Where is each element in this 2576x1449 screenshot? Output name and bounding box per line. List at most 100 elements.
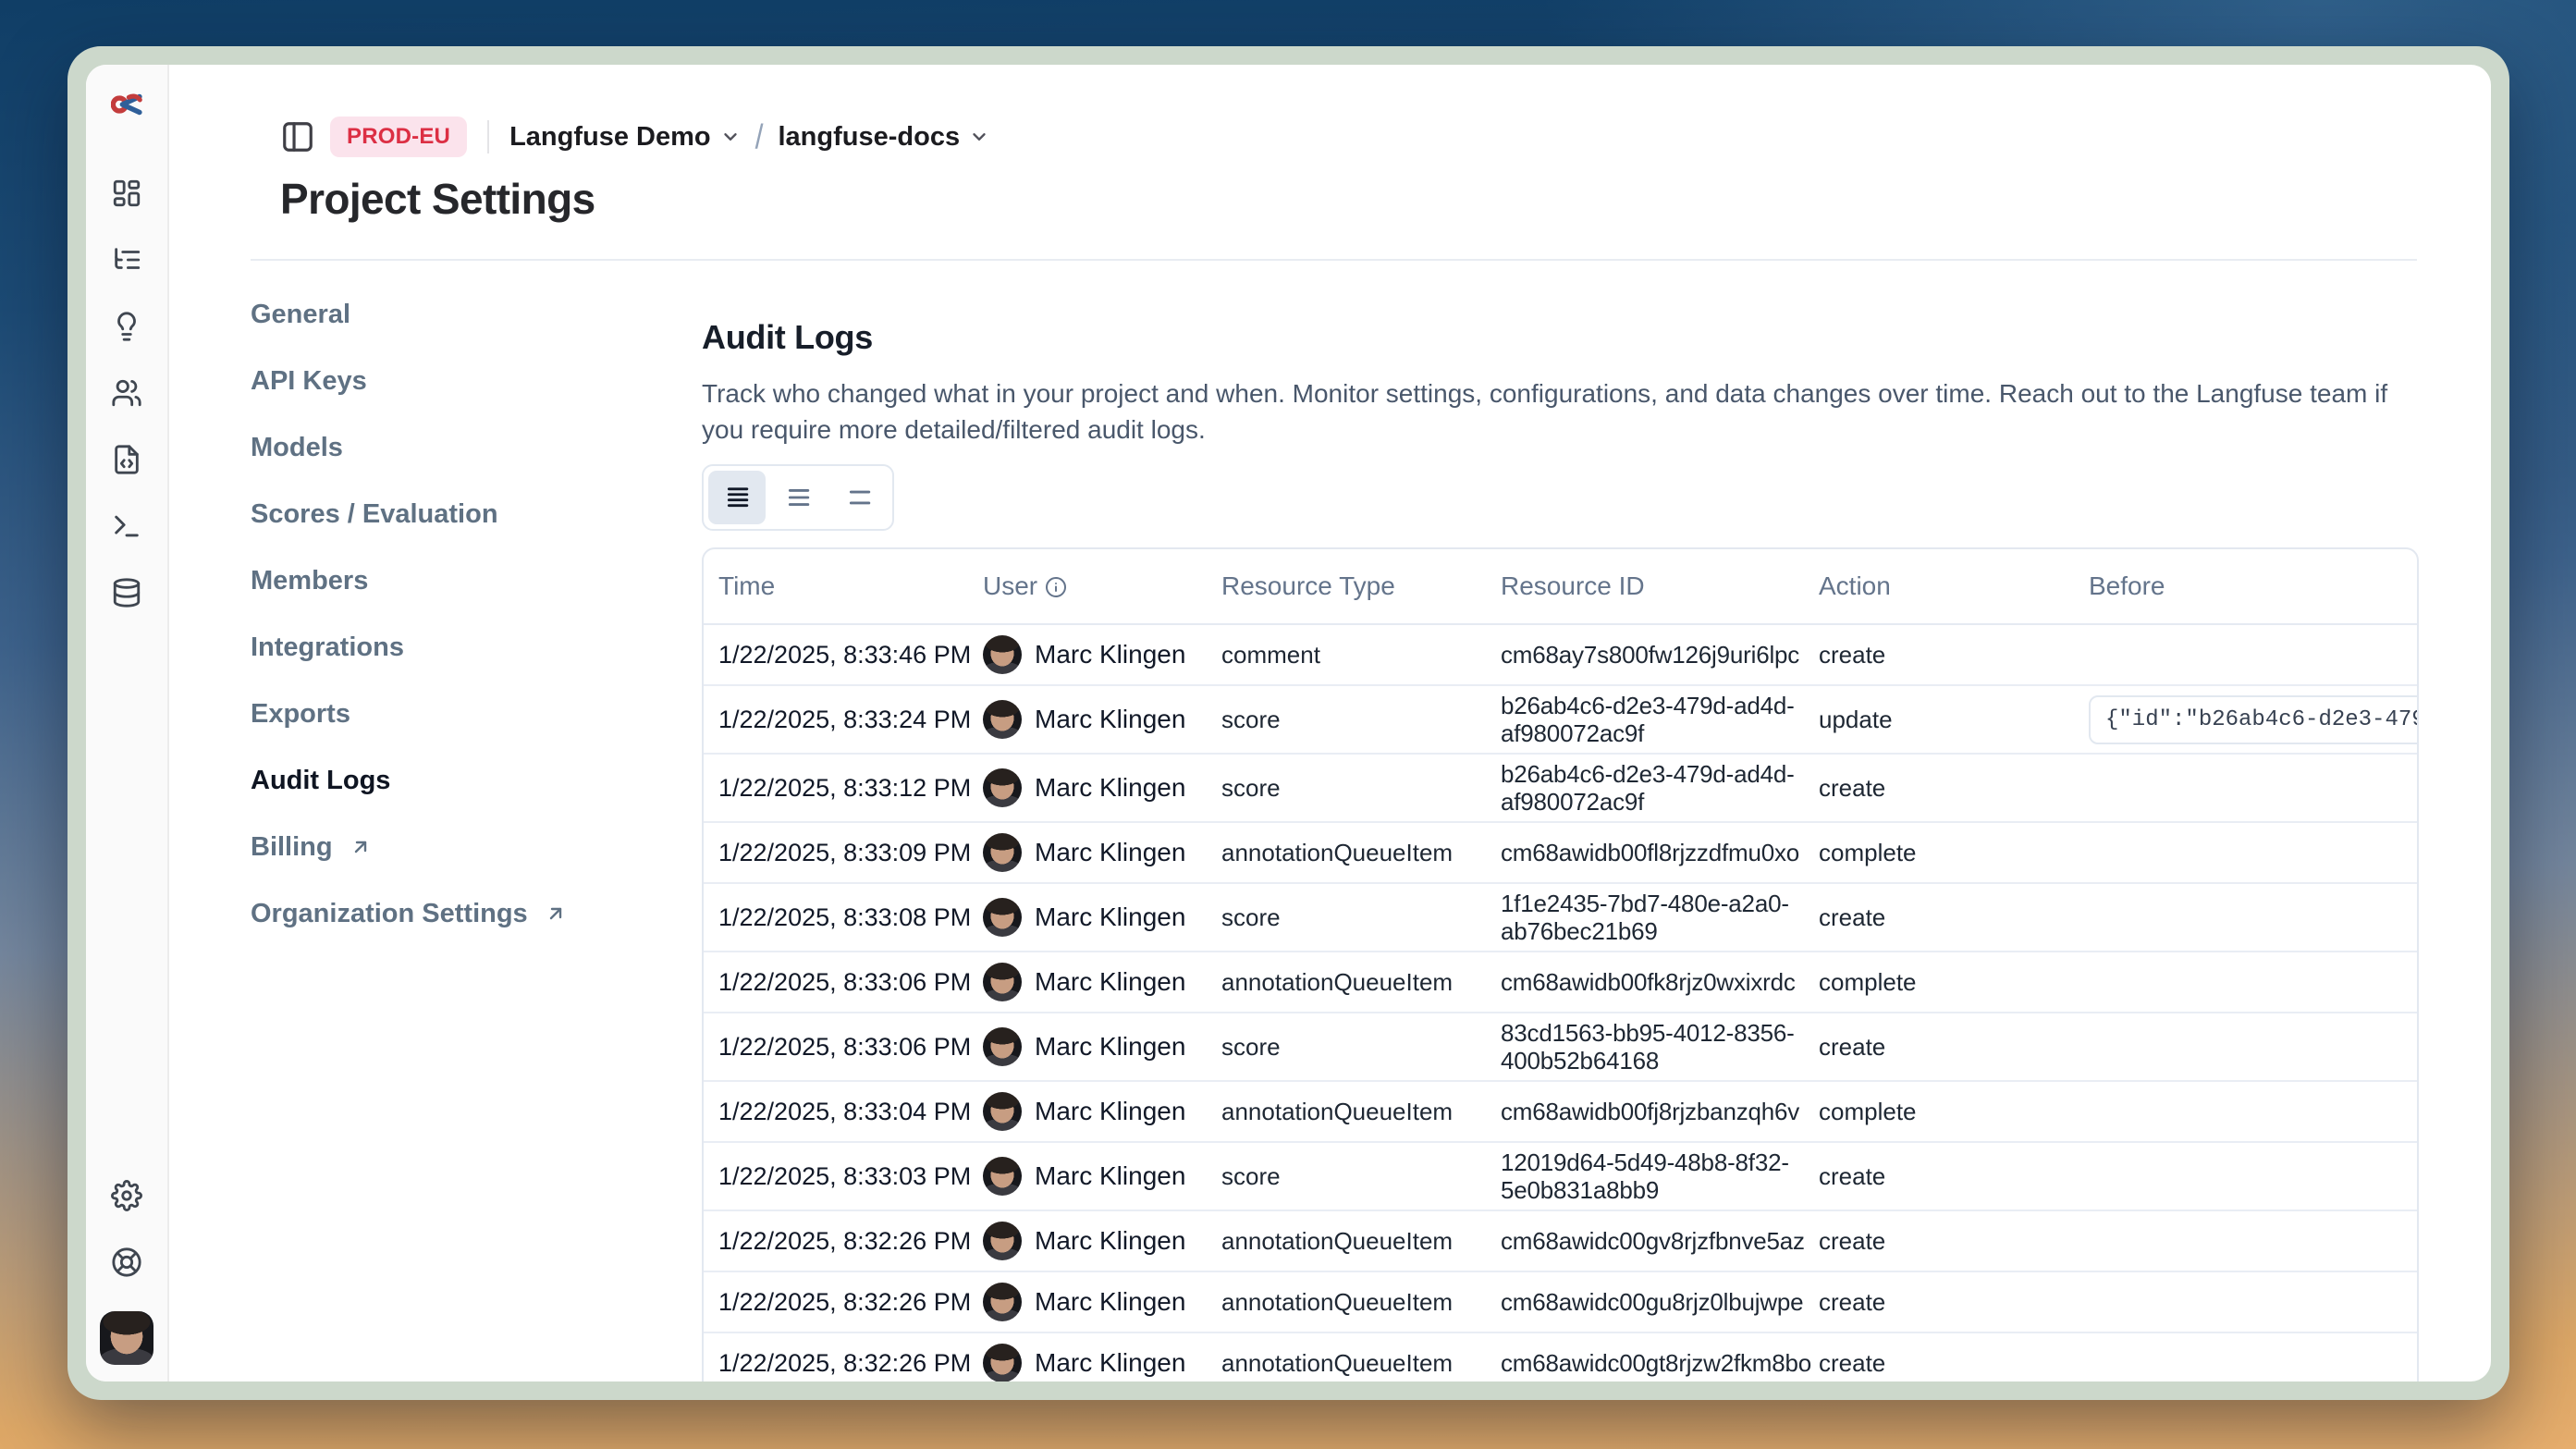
org-switcher[interactable]: Langfuse Demo — [509, 122, 741, 153]
column-header-resource-type: Resource Type — [1207, 549, 1486, 624]
cell-resource-id: 83cd1563-bb95-4012-8356-400b52b64168 — [1486, 1013, 1804, 1081]
user-avatar — [983, 1027, 1022, 1066]
table-row: 1/22/2025, 8:33:06 PMMarc Klingenannotat… — [704, 952, 2417, 1013]
langfuse-app: PROD-EU Langfuse Demo / langfuse-docs Pr… — [86, 65, 2491, 1381]
cell-time: 1/22/2025, 8:32:26 PM — [704, 1210, 968, 1271]
user-avatar — [983, 963, 1022, 1001]
rail-bottom — [111, 1180, 142, 1278]
column-header-time: Time — [704, 549, 968, 624]
cell-user: Marc Klingen — [968, 1332, 1207, 1381]
user-avatar[interactable] — [100, 1311, 153, 1365]
cell-resource-type: score — [1207, 1013, 1486, 1081]
settings-gear-icon[interactable] — [111, 1180, 142, 1211]
settings-nav-item-general[interactable]: General — [251, 281, 702, 348]
nav-item-label: Organization Settings — [251, 899, 528, 929]
cell-resource-id: cm68awidc00gt8rjzw2fkm8bo — [1486, 1332, 1804, 1381]
cell-resource-id: cm68ay7s800fw126j9uri6lpc — [1486, 624, 1804, 685]
row-height-medium-button[interactable] — [769, 471, 827, 524]
cell-before: {"id":"b26ab4c6-d2e3-479d-a — [2074, 685, 2417, 754]
settings-nav-item-models[interactable]: Models — [251, 414, 702, 481]
project-switcher[interactable]: langfuse-docs — [779, 122, 990, 153]
table-row: 1/22/2025, 8:33:08 PMMarc Klingenscore1f… — [704, 883, 2417, 952]
environment-badge: PROD-EU — [330, 117, 467, 157]
cell-resource-id: cm68awidb00fj8rjzbanzqh6v — [1486, 1081, 1804, 1142]
nav-item-label: Scores / Evaluation — [251, 499, 498, 530]
org-name: Langfuse Demo — [509, 122, 711, 153]
nav-item-label: General — [251, 300, 350, 330]
cell-time: 1/22/2025, 8:33:03 PM — [704, 1142, 968, 1210]
settings-nav-item-api-keys[interactable]: API Keys — [251, 348, 702, 414]
app-window: PROD-EU Langfuse Demo / langfuse-docs Pr… — [67, 46, 2509, 1400]
cell-action: complete — [1804, 822, 2074, 883]
settings-nav-item-integrations[interactable]: Integrations — [251, 614, 702, 681]
cell-time: 1/22/2025, 8:33:46 PM — [704, 624, 968, 685]
user-avatar — [983, 700, 1022, 739]
settings-nav-item-scores-evaluation[interactable]: Scores / Evaluation — [251, 481, 702, 547]
cell-resource-id: cm68awidb00fk8rjz0wxixrdc — [1486, 952, 1804, 1013]
breadcrumb: PROD-EU Langfuse Demo / langfuse-docs — [280, 115, 2491, 159]
cell-time: 1/22/2025, 8:33:09 PM — [704, 822, 968, 883]
terminal-icon[interactable] — [111, 510, 142, 542]
cell-before — [2074, 1271, 2417, 1332]
cell-time: 1/22/2025, 8:33:06 PM — [704, 1013, 968, 1081]
user-name: Marc Klingen — [1035, 1226, 1185, 1256]
user-name: Marc Klingen — [1035, 640, 1185, 669]
nav-item-label: Exports — [251, 699, 350, 730]
info-icon[interactable] — [1045, 576, 1067, 598]
row-height-large-button[interactable] — [830, 471, 888, 524]
settings-nav-item-audit-logs[interactable]: Audit Logs — [251, 747, 702, 814]
user-name: Marc Klingen — [1035, 773, 1185, 803]
user-avatar — [983, 898, 1022, 937]
row-height-small-button[interactable] — [708, 471, 766, 524]
user-name: Marc Klingen — [1035, 967, 1185, 997]
list-tree-icon[interactable] — [111, 244, 142, 276]
nav-item-label: Audit Logs — [251, 766, 390, 796]
life-buoy-icon[interactable] — [111, 1246, 142, 1278]
cell-resource-type: score — [1207, 883, 1486, 952]
users-icon[interactable] — [111, 377, 142, 409]
cell-time: 1/22/2025, 8:33:04 PM — [704, 1081, 968, 1142]
column-header-user: User — [968, 549, 1207, 624]
cell-user: Marc Klingen — [968, 822, 1207, 883]
settings-nav-item-exports[interactable]: Exports — [251, 681, 702, 747]
before-json-preview[interactable]: {"id":"b26ab4c6-d2e3-479d-a — [2089, 695, 2419, 744]
database-icon[interactable] — [111, 577, 142, 608]
table-row: 1/22/2025, 8:32:26 PMMarc Klingenannotat… — [704, 1271, 2417, 1332]
nav-item-label: Integrations — [251, 632, 404, 663]
cell-user: Marc Klingen — [968, 952, 1207, 1013]
user-avatar — [983, 1222, 1022, 1260]
cell-time: 1/22/2025, 8:32:26 PM — [704, 1271, 968, 1332]
cell-before — [2074, 754, 2417, 822]
cell-resource-id: cm68awidb00fl8rjzzdfmu0xo — [1486, 822, 1804, 883]
cell-action: update — [1804, 685, 2074, 754]
cell-before — [2074, 1332, 2417, 1381]
user-name: Marc Klingen — [1035, 1097, 1185, 1126]
settings-nav-item-members[interactable]: Members — [251, 547, 702, 614]
user-avatar — [983, 1344, 1022, 1381]
arrow-up-right-icon — [545, 903, 567, 925]
cell-before — [2074, 624, 2417, 685]
topbar: PROD-EU Langfuse Demo / langfuse-docs Pr… — [251, 65, 2491, 224]
settings-nav-item-billing[interactable]: Billing — [251, 814, 702, 880]
cell-user: Marc Klingen — [968, 1081, 1207, 1142]
file-code-icon[interactable] — [111, 444, 142, 475]
table-row: 1/22/2025, 8:33:09 PMMarc Klingenannotat… — [704, 822, 2417, 883]
user-avatar — [983, 768, 1022, 807]
section-heading: Audit Logs — [702, 318, 2419, 357]
dashboard-grid-icon[interactable] — [111, 178, 142, 209]
cell-before — [2074, 952, 2417, 1013]
project-name: langfuse-docs — [779, 122, 961, 153]
cell-user: Marc Klingen — [968, 1013, 1207, 1081]
user-name: Marc Klingen — [1035, 903, 1185, 932]
langfuse-logo-icon[interactable] — [108, 89, 145, 120]
user-avatar — [983, 1157, 1022, 1196]
nav-item-label: Members — [251, 566, 368, 596]
cell-resource-type: annotationQueueItem — [1207, 822, 1486, 883]
settings-nav-item-organization-settings[interactable]: Organization Settings — [251, 880, 702, 947]
cell-before — [2074, 1142, 2417, 1210]
content-area: PROD-EU Langfuse Demo / langfuse-docs Pr… — [169, 65, 2491, 1381]
cell-action: create — [1804, 754, 2074, 822]
table-header-row: TimeUserResource TypeResource IDActionBe… — [704, 549, 2417, 624]
panel-left-icon[interactable] — [280, 119, 315, 154]
lightbulb-icon[interactable] — [111, 311, 142, 342]
